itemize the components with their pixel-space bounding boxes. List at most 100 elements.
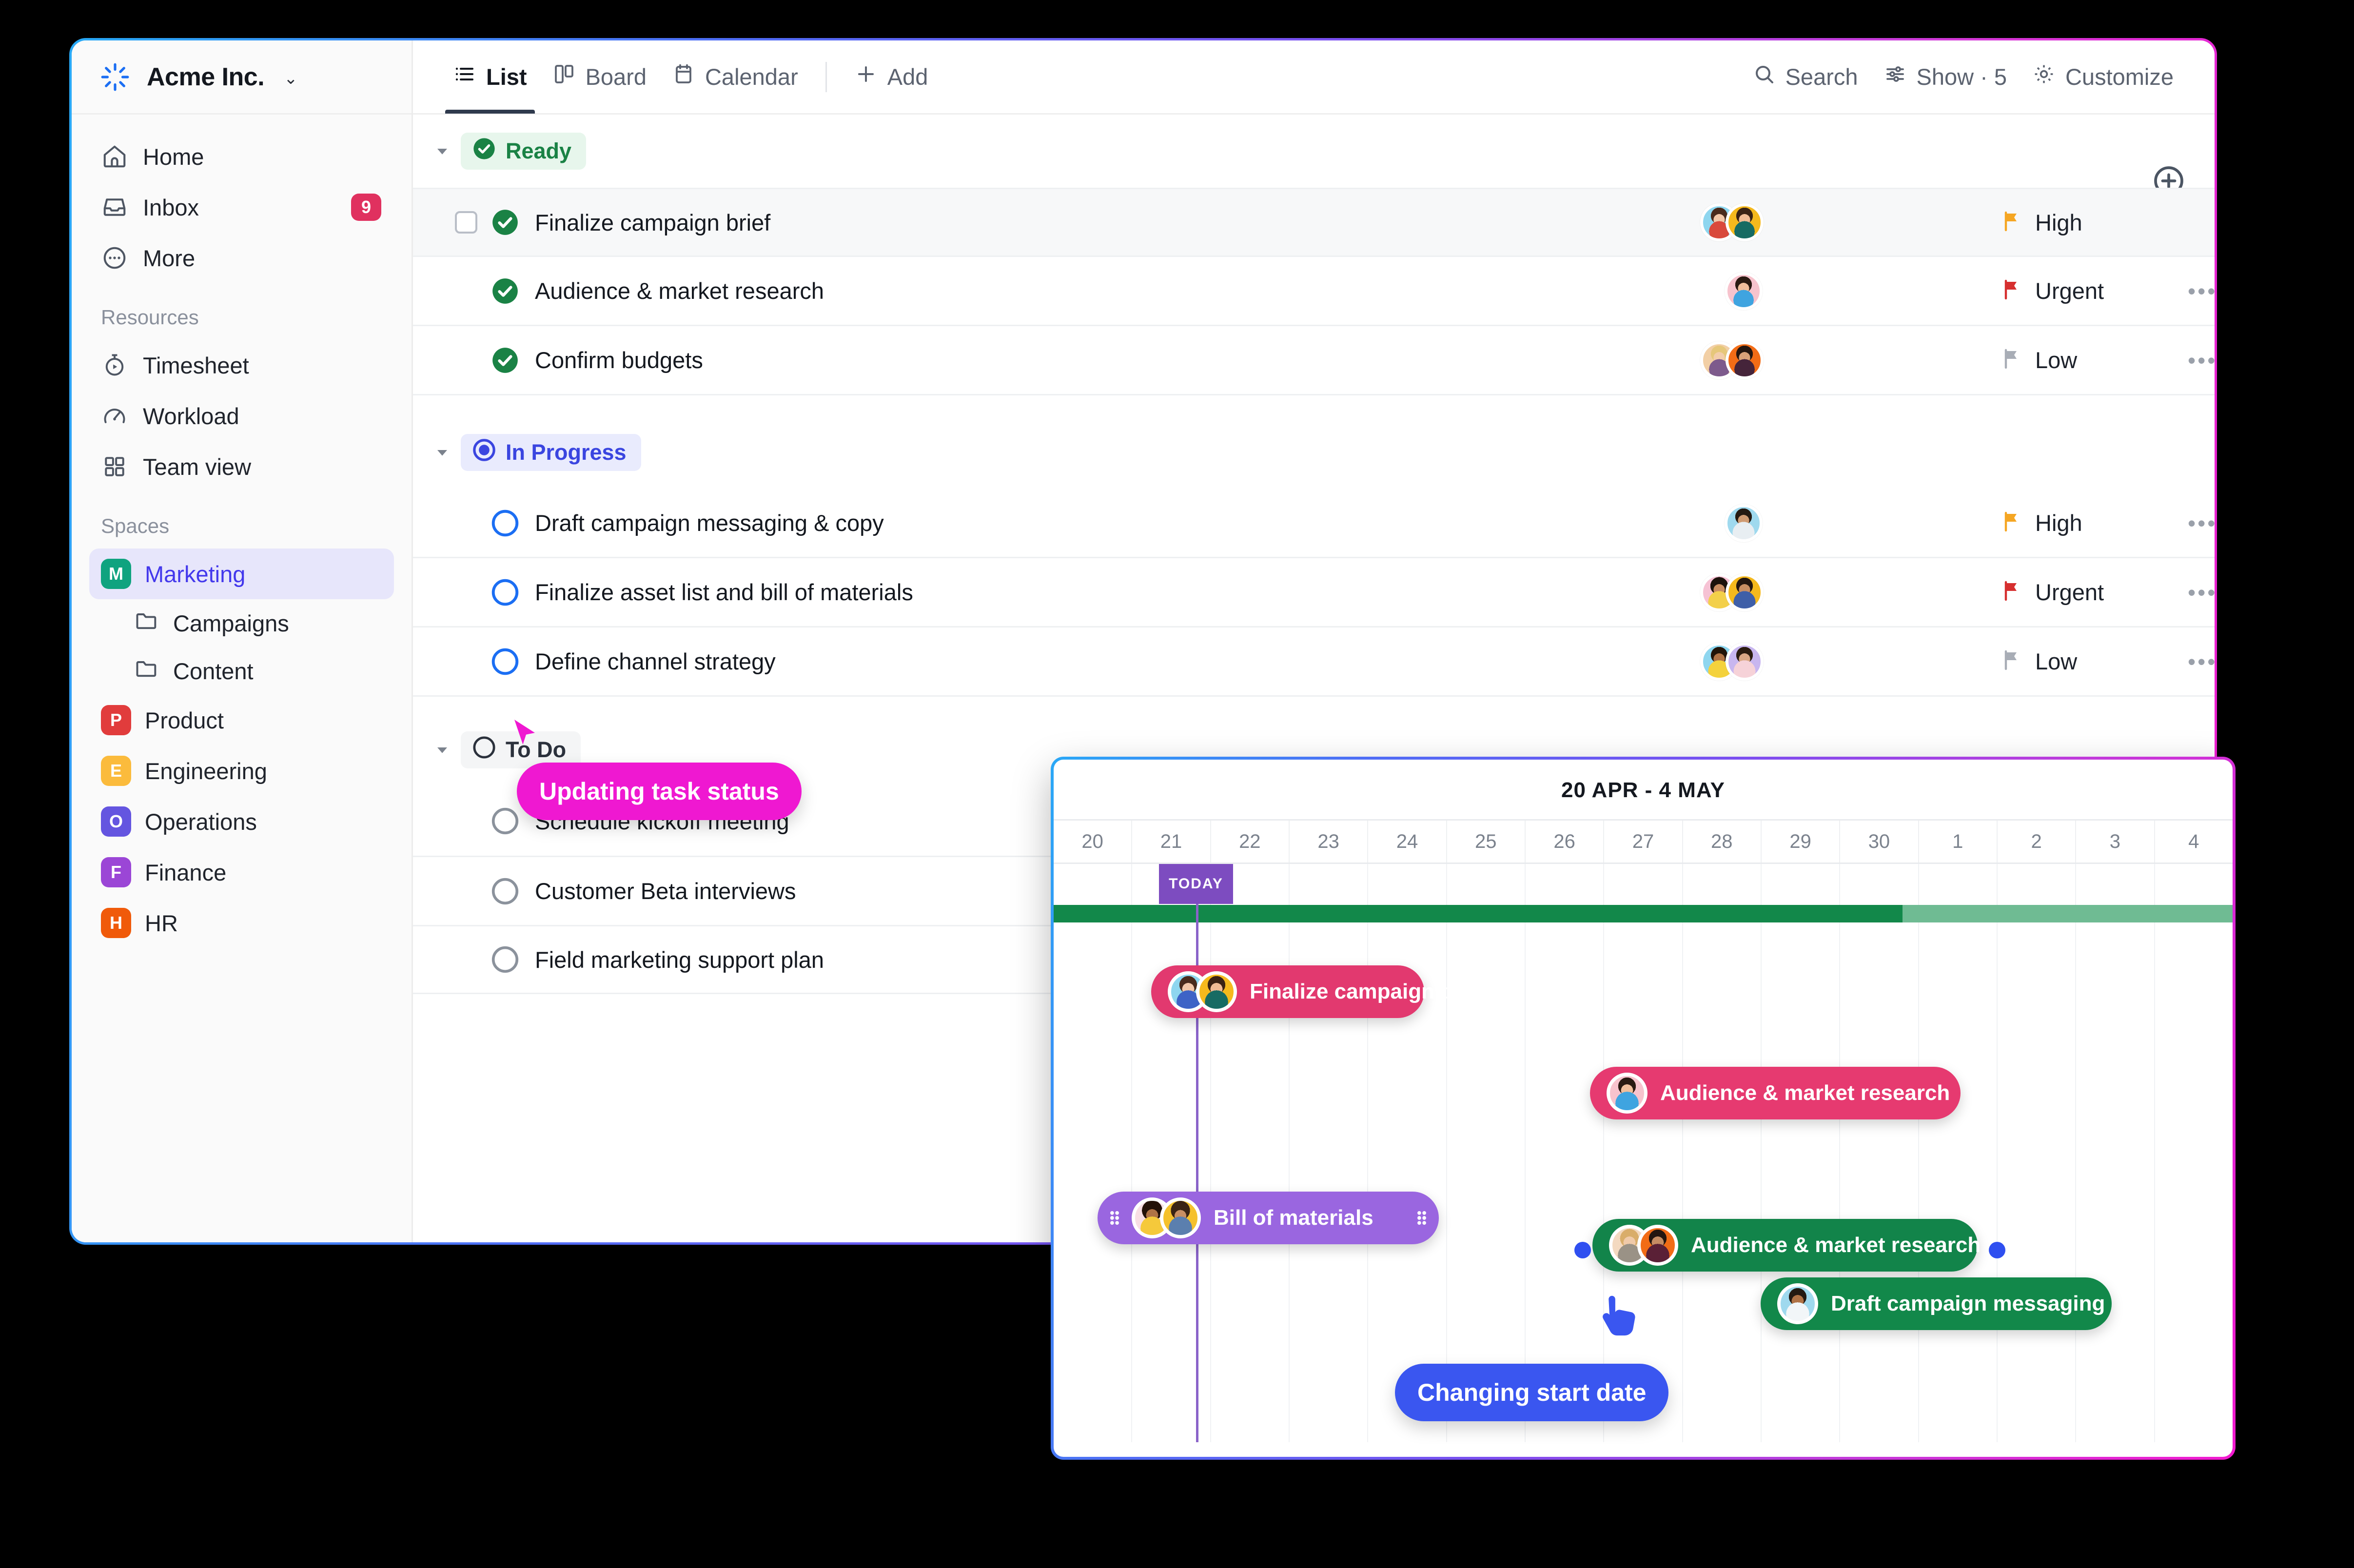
sidebar: Acme Inc. ⌄ Home Inbox 9 More Resources … [72, 40, 413, 1242]
table-row[interactable]: Audience & market research Urgent ••• Ja… [413, 257, 2215, 326]
sidebar-item-label: Operations [145, 808, 257, 835]
group-header-ready[interactable]: Ready [413, 115, 2215, 188]
row-inline-menu[interactable]: ••• [2188, 347, 2215, 373]
sidebar-item-content[interactable]: Content [89, 647, 394, 695]
add-view-button[interactable]: Add [842, 62, 941, 91]
sidebar-item-workload[interactable]: Workload [89, 391, 394, 441]
sidebar-item-more[interactable]: More [89, 233, 394, 283]
sidebar-item-marketing[interactable]: M Marketing [89, 549, 394, 599]
gantt-bar-dragging[interactable]: Bill of materials [1098, 1192, 1439, 1244]
gantt-bar[interactable]: Audience & market research [1592, 1219, 1981, 1272]
dependency-dot-right[interactable] [1989, 1242, 2005, 1258]
table-row[interactable]: Define channel strategy Low ••• Jan 6 ••… [413, 627, 2215, 697]
priority-cell[interactable]: High [2000, 209, 2082, 236]
priority-cell[interactable]: Urgent [2000, 579, 2104, 606]
priority-cell[interactable]: Low [2000, 347, 2077, 373]
task-title: Field marketing support plan [535, 946, 824, 973]
row-inline-menu[interactable]: ••• [2188, 579, 2215, 606]
flag-icon [2000, 210, 2023, 235]
empty-circle-icon[interactable] [490, 806, 520, 836]
sidebar-item-label: Engineering [145, 758, 267, 784]
assignee-avatars[interactable] [1725, 272, 1763, 310]
sidebar-item-team-view[interactable]: Team view [89, 441, 394, 492]
sidebar-item-inbox[interactable]: Inbox 9 [89, 182, 394, 233]
sidebar-item-campaigns[interactable]: Campaigns [89, 599, 394, 647]
priority-cell[interactable]: Urgent [2000, 277, 2104, 304]
sidebar-item-engineering[interactable]: E Engineering [89, 745, 394, 796]
gantt-date-range: 20 APR - 4 MAY [1561, 778, 1725, 802]
avatar [1777, 1283, 1818, 1324]
priority-label: High [2035, 209, 2082, 235]
sidebar-item-label: Team view [143, 453, 252, 480]
check-circle-icon[interactable] [490, 207, 520, 237]
tab-list[interactable]: List [440, 40, 540, 114]
sidebar-item-operations[interactable]: O Operations [89, 796, 394, 847]
chevron-down-icon[interactable] [428, 740, 457, 760]
chevron-down-icon[interactable] [428, 443, 457, 462]
avatar [1725, 504, 1763, 542]
sidebar-item-label: More [143, 245, 196, 271]
assignee-avatars[interactable] [1700, 642, 1764, 681]
row-inline-menu[interactable]: ••• [2188, 648, 2215, 675]
stopwatch-icon [101, 352, 128, 379]
assignee-avatars[interactable] [1700, 203, 1764, 241]
dependency-dot-left[interactable] [1574, 1242, 1591, 1258]
tab-board[interactable]: Board [540, 40, 659, 114]
sidebar-item-finance[interactable]: F Finance [89, 847, 394, 898]
row-checkbox[interactable] [455, 211, 477, 234]
row-inline-menu[interactable]: ••• [2188, 510, 2215, 536]
space-avatar: P [101, 705, 131, 735]
gantt-day: 27 [1604, 821, 1683, 862]
resources-section-label: Resources [101, 306, 199, 329]
space-avatar: O [101, 806, 131, 837]
task-title: Customer Beta interviews [535, 878, 796, 904]
drag-handle-right-icon[interactable] [1415, 1207, 1428, 1229]
customize-button[interactable]: Customize [2020, 62, 2186, 91]
avatar [1196, 971, 1237, 1012]
empty-circle-icon[interactable] [490, 577, 520, 608]
gauge-icon [101, 402, 128, 430]
flag-icon [2000, 648, 2023, 674]
sidebar-item-hr[interactable]: H HR [89, 898, 394, 948]
sidebar-item-timesheet[interactable]: Timesheet [89, 340, 394, 391]
assignee-avatars[interactable] [1700, 341, 1764, 379]
sidebar-item-home[interactable]: Home [89, 131, 394, 182]
gantt-bar[interactable]: Draft campaign messaging [1761, 1277, 2112, 1330]
priority-label: Urgent [2035, 278, 2104, 304]
tooltip-updating-task-status: Updating task status [517, 763, 802, 820]
avatar [1607, 1073, 1648, 1114]
gantt-bar[interactable]: Finalize campaign brief [1151, 965, 1487, 1018]
gantt-grid [1054, 864, 2233, 1442]
priority-cell[interactable]: Low [2000, 648, 2077, 675]
table-row[interactable]: Draft campaign messaging & copy High •••… [413, 489, 2215, 558]
check-circle-icon[interactable] [490, 276, 520, 306]
gantt-day: 20 [1054, 821, 1133, 862]
table-row[interactable]: Finalize asset list and bill of material… [413, 558, 2215, 627]
sidebar-item-product[interactable]: P Product [89, 695, 394, 745]
chevron-down-icon: ⌄ [284, 69, 298, 88]
customize-label: Customize [2065, 64, 2174, 90]
table-row[interactable]: Confirm budgets Low ••• Dec 25 ••• [413, 326, 2215, 395]
row-inline-menu[interactable]: ••• [2188, 278, 2215, 304]
assignee-avatars[interactable] [1700, 573, 1764, 611]
chevron-down-icon[interactable] [428, 141, 457, 161]
empty-circle-icon[interactable] [490, 944, 520, 975]
workspace-switcher[interactable]: Acme Inc. ⌄ [72, 40, 412, 115]
show-button[interactable]: Show · 5 [1871, 62, 2020, 91]
group-header-in-progress[interactable]: In Progress [413, 416, 2215, 489]
board-icon [552, 62, 576, 91]
table-row[interactable]: Finalize campaign brief High Dec 6 ••• [413, 188, 2215, 257]
check-circle-icon[interactable] [490, 345, 520, 375]
empty-circle-icon[interactable] [490, 876, 520, 906]
tab-calendar[interactable]: Calendar [659, 40, 811, 114]
flag-icon [2000, 278, 2023, 304]
drag-handle-left-icon[interactable] [1108, 1207, 1121, 1229]
empty-circle-icon[interactable] [490, 508, 520, 538]
search-button[interactable]: Search [1740, 62, 1871, 91]
assignee-avatars[interactable] [1725, 504, 1763, 542]
gantt-bar[interactable]: Audience & market research [1590, 1067, 1961, 1119]
avatar [1725, 272, 1763, 310]
spaces-section-label: Spaces [101, 514, 170, 537]
empty-circle-icon[interactable] [490, 647, 520, 677]
priority-cell[interactable]: High [2000, 510, 2082, 536]
